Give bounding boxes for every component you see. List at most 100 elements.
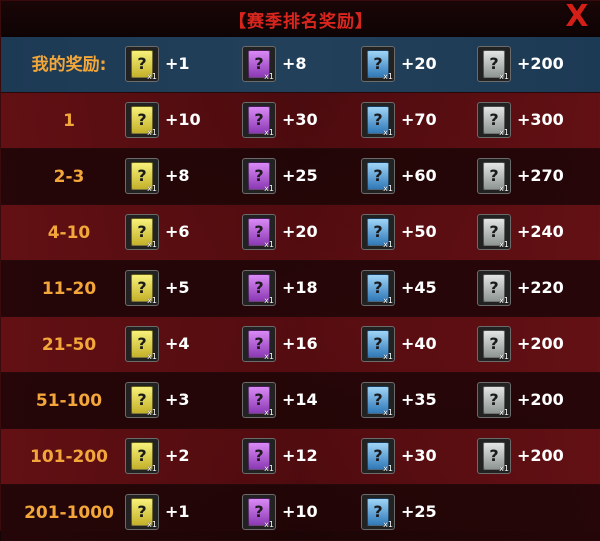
card-qty: x1 bbox=[499, 408, 509, 417]
purple-amount: +12 bbox=[282, 446, 318, 465]
purple-card-icon[interactable]: ? x1 bbox=[242, 158, 276, 194]
gold-card-icon[interactable]: ? x1 bbox=[125, 494, 159, 530]
card-qty: x1 bbox=[499, 240, 509, 249]
card-qty: x1 bbox=[383, 520, 393, 529]
rank-label: 201-1000 bbox=[24, 503, 114, 523]
gold-card-icon[interactable]: ? x1 bbox=[125, 438, 159, 474]
gold-card-icon[interactable]: ? x1 bbox=[125, 270, 159, 306]
card-qty: x1 bbox=[499, 296, 509, 305]
gray-card-icon[interactable]: ? x1 bbox=[477, 214, 511, 250]
blue-amount: +50 bbox=[401, 222, 437, 241]
reward-row: 201-1000 ? x1 +1 ? x1 +10 ? x1 +25 bbox=[1, 485, 600, 541]
gold-card-icon[interactable]: ? x1 bbox=[125, 102, 159, 138]
reward-row: 4-10 ? x1 +6 ? x1 +20 ? x1 +50 ? x1 +240 bbox=[1, 205, 600, 261]
gray-card-icon[interactable]: ? x1 bbox=[477, 46, 511, 82]
gold-card-icon[interactable]: ? x1 bbox=[125, 158, 159, 194]
card-glyph: ? bbox=[373, 278, 383, 297]
purple-card-icon[interactable]: ? x1 bbox=[242, 494, 276, 530]
purple-card-icon[interactable]: ? x1 bbox=[242, 382, 276, 418]
reward-row: 2-3 ? x1 +8 ? x1 +25 ? x1 +60 ? x1 +270 bbox=[1, 149, 600, 205]
card-qty: x1 bbox=[499, 352, 509, 361]
card-glyph: ? bbox=[489, 334, 499, 353]
card-qty: x1 bbox=[264, 128, 274, 137]
card-qty: x1 bbox=[383, 72, 393, 81]
purple-card-icon[interactable]: ? x1 bbox=[242, 326, 276, 362]
rank-label: 1 bbox=[63, 111, 75, 131]
card-glyph: ? bbox=[254, 334, 264, 353]
card-qty: x1 bbox=[147, 352, 157, 361]
gold-card-icon[interactable]: ? x1 bbox=[125, 214, 159, 250]
purple-amount: +18 bbox=[282, 278, 318, 297]
card-glyph: ? bbox=[254, 278, 264, 297]
gold-card-icon[interactable]: ? x1 bbox=[125, 326, 159, 362]
gold-amount: +3 bbox=[165, 390, 190, 409]
gray-card-icon[interactable]: ? x1 bbox=[477, 270, 511, 306]
card-glyph: ? bbox=[137, 110, 147, 129]
card-qty: x1 bbox=[147, 520, 157, 529]
gold-card-icon[interactable]: ? x1 bbox=[125, 382, 159, 418]
blue-amount: +30 bbox=[401, 446, 437, 465]
gray-card-icon[interactable]: ? x1 bbox=[477, 438, 511, 474]
purple-card-icon[interactable]: ? x1 bbox=[242, 270, 276, 306]
card-glyph: ? bbox=[489, 54, 499, 73]
purple-amount: +8 bbox=[282, 54, 307, 73]
card-qty: x1 bbox=[499, 128, 509, 137]
gray-amount: +200 bbox=[517, 446, 564, 465]
purple-card-icon[interactable]: ? x1 bbox=[242, 438, 276, 474]
blue-card-icon[interactable]: ? x1 bbox=[361, 494, 395, 530]
gray-card-icon[interactable]: ? x1 bbox=[477, 158, 511, 194]
rank-label: 4-10 bbox=[47, 223, 91, 243]
gold-amount: +6 bbox=[165, 222, 190, 241]
card-glyph: ? bbox=[373, 390, 383, 409]
rank-label: 21-50 bbox=[41, 335, 97, 355]
purple-amount: +14 bbox=[282, 390, 318, 409]
blue-card-icon[interactable]: ? x1 bbox=[361, 382, 395, 418]
gold-amount: +8 bbox=[165, 166, 190, 185]
card-glyph: ? bbox=[254, 166, 264, 185]
card-glyph: ? bbox=[373, 54, 383, 73]
purple-amount: +25 bbox=[282, 166, 318, 185]
card-glyph: ? bbox=[137, 222, 147, 241]
card-qty: x1 bbox=[264, 352, 274, 361]
blue-card-icon[interactable]: ? x1 bbox=[361, 214, 395, 250]
card-qty: x1 bbox=[499, 184, 509, 193]
blue-card-icon[interactable]: ? x1 bbox=[361, 438, 395, 474]
blue-card-icon[interactable]: ? x1 bbox=[361, 326, 395, 362]
gray-card-icon[interactable]: ? x1 bbox=[477, 102, 511, 138]
blue-card-icon[interactable]: ? x1 bbox=[361, 158, 395, 194]
gold-amount: +2 bbox=[165, 446, 190, 465]
blue-card-icon[interactable]: ? x1 bbox=[361, 102, 395, 138]
card-qty: x1 bbox=[383, 296, 393, 305]
card-glyph: ? bbox=[137, 54, 147, 73]
blue-card-icon[interactable]: ? x1 bbox=[361, 46, 395, 82]
blue-amount: +70 bbox=[401, 110, 437, 129]
purple-card-icon[interactable]: ? x1 bbox=[242, 46, 276, 82]
close-icon[interactable]: X bbox=[563, 2, 591, 32]
card-glyph: ? bbox=[137, 166, 147, 185]
gold-card-icon[interactable]: ? x1 bbox=[125, 46, 159, 82]
purple-amount: +20 bbox=[282, 222, 318, 241]
card-qty: x1 bbox=[383, 464, 393, 473]
card-qty: x1 bbox=[264, 408, 274, 417]
card-qty: x1 bbox=[264, 184, 274, 193]
card-glyph: ? bbox=[373, 222, 383, 241]
gray-card-icon[interactable]: ? x1 bbox=[477, 326, 511, 362]
card-qty: x1 bbox=[147, 464, 157, 473]
card-qty: x1 bbox=[383, 408, 393, 417]
card-glyph: ? bbox=[137, 446, 147, 465]
card-glyph: ? bbox=[373, 446, 383, 465]
gray-amount: +270 bbox=[517, 166, 564, 185]
card-qty: x1 bbox=[147, 128, 157, 137]
purple-card-icon[interactable]: ? x1 bbox=[242, 214, 276, 250]
blue-amount: +60 bbox=[401, 166, 437, 185]
purple-card-icon[interactable]: ? x1 bbox=[242, 102, 276, 138]
card-glyph: ? bbox=[373, 166, 383, 185]
card-qty: x1 bbox=[147, 184, 157, 193]
card-qty: x1 bbox=[383, 184, 393, 193]
card-glyph: ? bbox=[489, 110, 499, 129]
blue-amount: +25 bbox=[401, 502, 437, 521]
gray-card-icon[interactable]: ? x1 bbox=[477, 382, 511, 418]
card-glyph: ? bbox=[489, 278, 499, 297]
reward-row: 21-50 ? x1 +4 ? x1 +16 ? x1 +40 ? x1 +20… bbox=[1, 317, 600, 373]
blue-card-icon[interactable]: ? x1 bbox=[361, 270, 395, 306]
